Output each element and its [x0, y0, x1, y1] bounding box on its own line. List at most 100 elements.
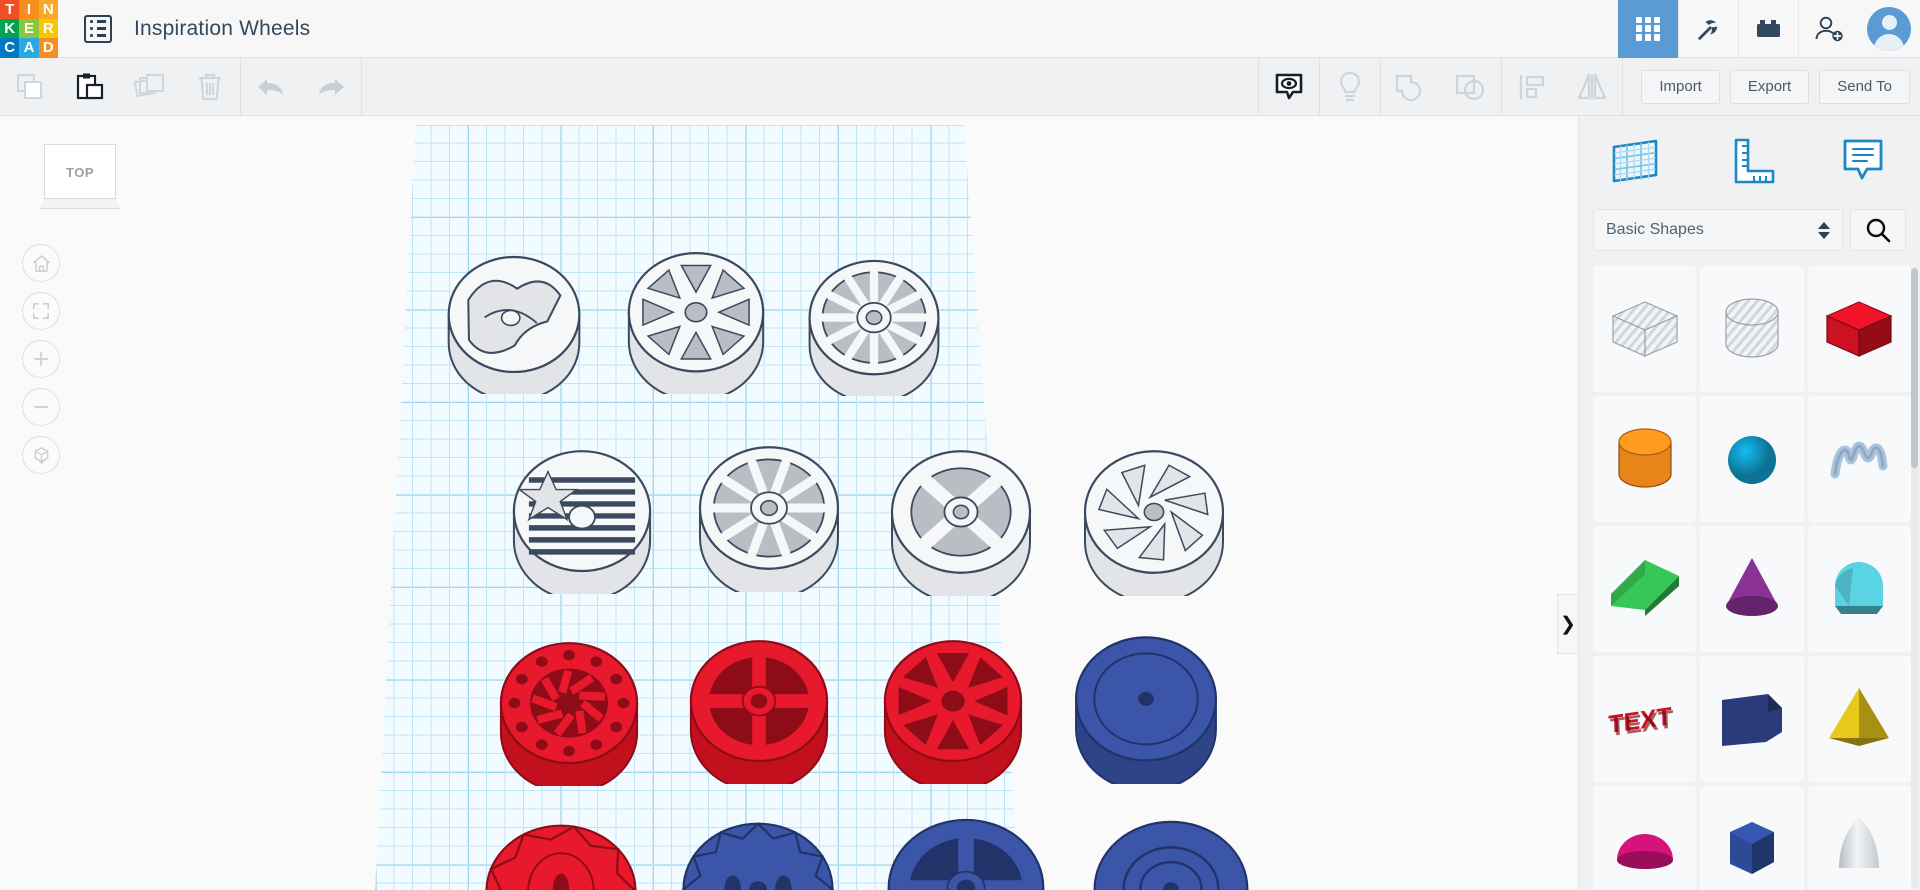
view-cube[interactable]: TOP	[40, 144, 120, 210]
shape-category-select[interactable]: Basic Shapes	[1593, 209, 1843, 251]
view-cube-top-face[interactable]: TOP	[44, 144, 116, 200]
shape-scribble[interactable]	[1807, 396, 1911, 522]
tinkercad-app: TINKERCAD Inspiration Wheels Import Expo…	[0, 0, 1920, 890]
view-cube-front-face[interactable]	[40, 198, 120, 209]
shape-tube[interactable]	[1807, 526, 1911, 652]
delete-button[interactable]	[180, 58, 240, 116]
shape-polygon[interactable]	[1700, 656, 1804, 782]
shape-cone[interactable]	[1700, 526, 1804, 652]
toolbar-divider	[1622, 57, 1624, 116]
panel-tool-row	[1579, 116, 1920, 204]
3d-viewport[interactable]: Workplane TOP	[0, 116, 1578, 890]
shape-paraboloid[interactable]	[1807, 786, 1911, 890]
mirror-icon	[1578, 73, 1607, 100]
wheel-bolt-circle-red[interactable]	[490, 638, 648, 786]
blocks-button[interactable]	[1738, 0, 1798, 58]
shape-sphere[interactable]	[1700, 396, 1804, 522]
workplane-area[interactable]: Workplane	[0, 116, 1578, 890]
shape-box-hole[interactable]	[1593, 266, 1697, 392]
import-button[interactable]: Import	[1641, 69, 1720, 104]
shape-box[interactable]	[1807, 266, 1911, 392]
page-title[interactable]: Inspiration Wheels	[134, 17, 310, 41]
wheel-ten-spoke[interactable]	[692, 442, 846, 592]
logo-tile-t: T	[0, 0, 20, 19]
light-button[interactable]	[1320, 58, 1380, 116]
export-button[interactable]: Export	[1729, 69, 1810, 104]
viewport-nav-controls	[22, 244, 60, 474]
app-header: TINKERCAD Inspiration Wheels	[0, 0, 1920, 58]
copy-button[interactable]	[0, 58, 60, 116]
wheel-lightning-spokes[interactable]	[438, 252, 590, 394]
duplicate-button[interactable]	[120, 58, 180, 116]
panel-collapse-toggle[interactable]: ❯	[1557, 594, 1578, 654]
logo-tile-d: D	[38, 38, 58, 58]
trash-icon	[199, 73, 221, 100]
group-button[interactable]	[1381, 58, 1441, 116]
wheel-ring-disc-blue[interactable]	[1084, 816, 1258, 890]
lightbulb-icon	[1340, 71, 1361, 101]
send-to-button[interactable]: Send To	[1819, 69, 1910, 104]
undo-button[interactable]	[241, 58, 301, 116]
visibility-button[interactable]	[1259, 58, 1319, 116]
workplane-grid-icon	[1612, 139, 1658, 183]
user-avatar[interactable]	[1858, 0, 1920, 58]
zoom-out-button[interactable]	[22, 388, 60, 426]
paste-button[interactable]	[60, 58, 120, 116]
wheel-four-spoke-red[interactable]	[682, 636, 836, 784]
ungroup-shapes-icon	[1456, 74, 1485, 100]
wheel-gear-blue[interactable]	[672, 818, 844, 890]
home-icon	[32, 254, 50, 272]
redo-button[interactable]	[301, 58, 361, 116]
redo-arrow-icon	[319, 78, 344, 95]
home-view-button[interactable]	[22, 244, 60, 282]
ortho-toggle-button[interactable]	[22, 436, 60, 474]
wheel-cross-spoke-blue[interactable]	[880, 814, 1052, 890]
shape-search-button[interactable]	[1850, 209, 1906, 251]
notes-tool[interactable]	[1806, 135, 1920, 185]
zoom-in-button[interactable]	[22, 340, 60, 378]
wheel-turbine[interactable]	[1076, 446, 1232, 596]
wheel-solid-disc-blue[interactable]	[1068, 632, 1224, 784]
tinkercad-logo[interactable]: TINKERCAD	[0, 0, 58, 58]
copy-icon	[17, 73, 42, 99]
grid-9-icon	[1636, 16, 1660, 41]
workplane-tool[interactable]	[1579, 135, 1693, 185]
wheel-star-stripes[interactable]	[504, 446, 660, 594]
shape-half-sphere[interactable]	[1593, 786, 1697, 890]
fit-view-button[interactable]	[22, 292, 60, 330]
list-menu-icon[interactable]	[84, 14, 112, 43]
wheel-triangle-spokes[interactable]	[620, 248, 772, 394]
ruler-tool[interactable]	[1693, 135, 1807, 185]
shape-library-grid[interactable]: TEXT TEXT	[1593, 266, 1911, 890]
grid-view-button[interactable]	[1618, 0, 1678, 58]
logo-tile-k: K	[0, 18, 20, 39]
shape-cylinder-hole[interactable]	[1700, 266, 1804, 392]
shape-text[interactable]: TEXT TEXT	[1593, 656, 1697, 782]
mirror-button[interactable]	[1562, 58, 1622, 116]
shape-roof[interactable]	[1593, 526, 1697, 652]
view-tools: Import Export Send To	[1258, 57, 1920, 116]
wheel-multi-spoke-rim[interactable]	[800, 256, 948, 396]
logo-tile-e: E	[19, 18, 39, 39]
shape-pyramid[interactable]	[1807, 656, 1911, 782]
brick-icon	[1756, 19, 1780, 37]
align-icon	[1520, 74, 1545, 99]
shape-hex-prism[interactable]	[1700, 786, 1804, 890]
wheel-eight-spoke-red[interactable]	[876, 636, 1030, 784]
shape-cylinder[interactable]	[1593, 396, 1697, 522]
paste-icon	[76, 73, 104, 99]
wheel-cross-center[interactable]	[884, 446, 1038, 596]
ruler-icon	[1734, 138, 1774, 184]
shape-category-row: Basic Shapes	[1579, 204, 1920, 256]
minus-icon	[33, 406, 49, 408]
main-toolbar: Import Export Send To	[0, 57, 1920, 116]
align-button[interactable]	[1502, 58, 1562, 116]
header-actions	[1618, 0, 1920, 58]
build-button[interactable]	[1678, 0, 1738, 58]
search-icon	[1866, 218, 1891, 243]
invite-button[interactable]	[1798, 0, 1858, 58]
wheel-gear-red[interactable]	[476, 820, 646, 890]
ungroup-button[interactable]	[1441, 58, 1501, 116]
cube-arrow-icon	[34, 446, 48, 464]
shape-panel-scrollbar[interactable]	[1911, 268, 1918, 888]
